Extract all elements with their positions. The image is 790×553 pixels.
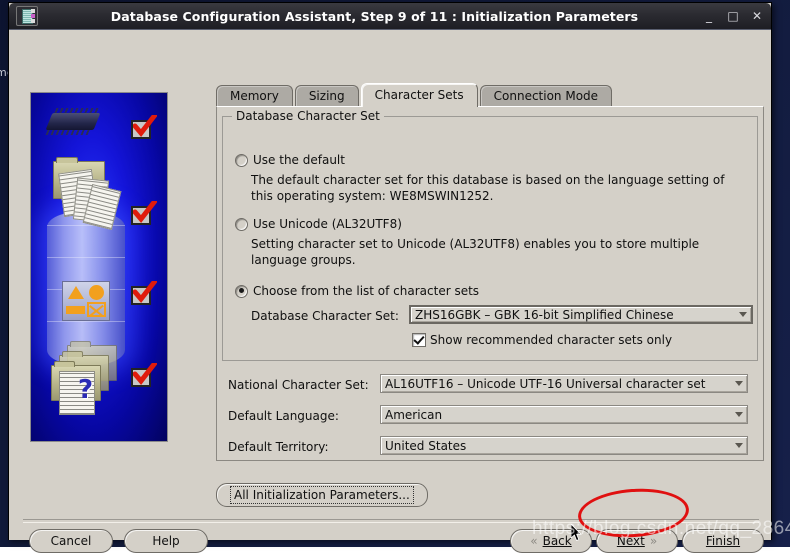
- tab-memory[interactable]: Memory: [216, 85, 293, 107]
- chevron-right-icon: »: [649, 534, 658, 548]
- tab-strip: Memory Sizing Character Sets Connection …: [216, 83, 613, 107]
- window-titlebar[interactable]: Database Configuration Assistant, Step 9…: [9, 3, 771, 30]
- help-text-use-default: The default character set for this datab…: [251, 173, 725, 203]
- tab-sizing[interactable]: Sizing: [294, 85, 359, 107]
- window-controls: _ □ ✕: [703, 3, 763, 29]
- radio-label-choose-from-list: Choose from the list of character sets: [253, 284, 480, 298]
- chevron-left-icon: «: [530, 534, 538, 548]
- close-icon[interactable]: ✕: [751, 10, 763, 22]
- question-mark-graphic: ?: [78, 375, 94, 405]
- tab-connection-mode[interactable]: Connection Mode: [479, 85, 613, 107]
- default-territory-value: United States: [385, 438, 467, 453]
- radio-indicator-use-unicode: [235, 217, 248, 231]
- chevron-down-icon[interactable]: [731, 406, 747, 423]
- default-territory-combo[interactable]: United States: [380, 436, 748, 455]
- database-chip-icon: [16, 6, 38, 26]
- chevron-down-icon[interactable]: [735, 307, 751, 322]
- checkmark-icon-3: [131, 281, 157, 305]
- window-title: Database Configuration Assistant, Step 9…: [110, 8, 639, 24]
- database-character-set-group: Database Character Set Use the default T…: [222, 109, 758, 361]
- cancel-button-label: Cancel: [50, 534, 92, 548]
- chevron-down-icon[interactable]: [731, 437, 747, 454]
- database-character-set-value: ZHS16GBK – GBK 16-bit Simplified Chinese: [415, 307, 674, 322]
- label-database-character-set: Database Character Set:: [251, 309, 399, 323]
- next-button[interactable]: Next »: [596, 529, 678, 553]
- checkmark-icon-1: [131, 115, 157, 139]
- chip-graphic: [45, 113, 101, 130]
- default-language-combo[interactable]: American: [380, 405, 748, 424]
- shapes-graphic: [62, 281, 110, 321]
- radio-choose-from-list[interactable]: Choose from the list of character sets: [235, 284, 479, 298]
- group-legend: Database Character Set: [232, 109, 384, 123]
- all-initialization-parameters-label: All Initialization Parameters...: [230, 486, 414, 504]
- radio-use-unicode[interactable]: Use Unicode (AL32UTF8): [235, 217, 402, 231]
- chevron-down-icon[interactable]: [731, 375, 747, 392]
- national-character-set-combo[interactable]: AL16UTF16 – Unicode UTF-16 Universal cha…: [380, 374, 748, 393]
- dbca-banner-image: ?: [30, 92, 168, 442]
- finish-button[interactable]: Finish: [682, 529, 764, 553]
- next-button-label: Next: [616, 534, 645, 548]
- label-show-recommended: Show recommended character sets only: [430, 333, 673, 347]
- database-character-set-combo[interactable]: ZHS16GBK – GBK 16-bit Simplified Chinese: [409, 305, 753, 324]
- radio-indicator-use-default: [235, 153, 248, 167]
- cancel-button[interactable]: Cancel: [29, 529, 113, 553]
- footer-divider: [23, 519, 759, 523]
- radio-label-use-default: Use the default: [253, 153, 345, 167]
- tab-character-sets[interactable]: Character Sets: [360, 83, 478, 107]
- help-button[interactable]: Help: [124, 529, 208, 553]
- radio-indicator-choose-from-list: [235, 284, 248, 298]
- help-button-label: Help: [152, 534, 180, 548]
- minimize-icon[interactable]: _: [703, 10, 715, 22]
- show-recommended-checkbox-row[interactable]: Show recommended character sets only: [412, 333, 672, 347]
- dbca-window: Database Configuration Assistant, Step 9…: [8, 2, 772, 553]
- finish-button-label: Finish: [705, 534, 741, 548]
- label-default-territory: Default Territory:: [228, 440, 329, 454]
- checkmark-icon-4: [131, 363, 157, 387]
- label-national-character-set: National Character Set:: [228, 378, 369, 392]
- maximize-icon[interactable]: □: [727, 10, 739, 22]
- radio-use-the-default[interactable]: Use the default: [235, 153, 345, 167]
- window-client-area: ? Memory Sizing Character Sets Connectio…: [9, 30, 771, 553]
- all-initialization-parameters-button[interactable]: All Initialization Parameters...: [216, 483, 428, 507]
- back-button[interactable]: « Back: [510, 529, 592, 553]
- national-character-set-value: AL16UTF16 – Unicode UTF-16 Universal cha…: [385, 376, 706, 391]
- radio-label-use-unicode: Use Unicode (AL32UTF8): [253, 217, 402, 231]
- label-default-language: Default Language:: [228, 409, 339, 423]
- checkbox-show-recommended[interactable]: [412, 333, 426, 347]
- default-language-value: American: [385, 407, 443, 422]
- back-button-label: Back: [542, 534, 572, 548]
- checkmark-icon-2: [131, 201, 157, 225]
- help-text-use-unicode: Setting character set to Unicode (AL32UT…: [251, 237, 700, 267]
- character-sets-panel: Database Character Set Use the default T…: [216, 106, 764, 461]
